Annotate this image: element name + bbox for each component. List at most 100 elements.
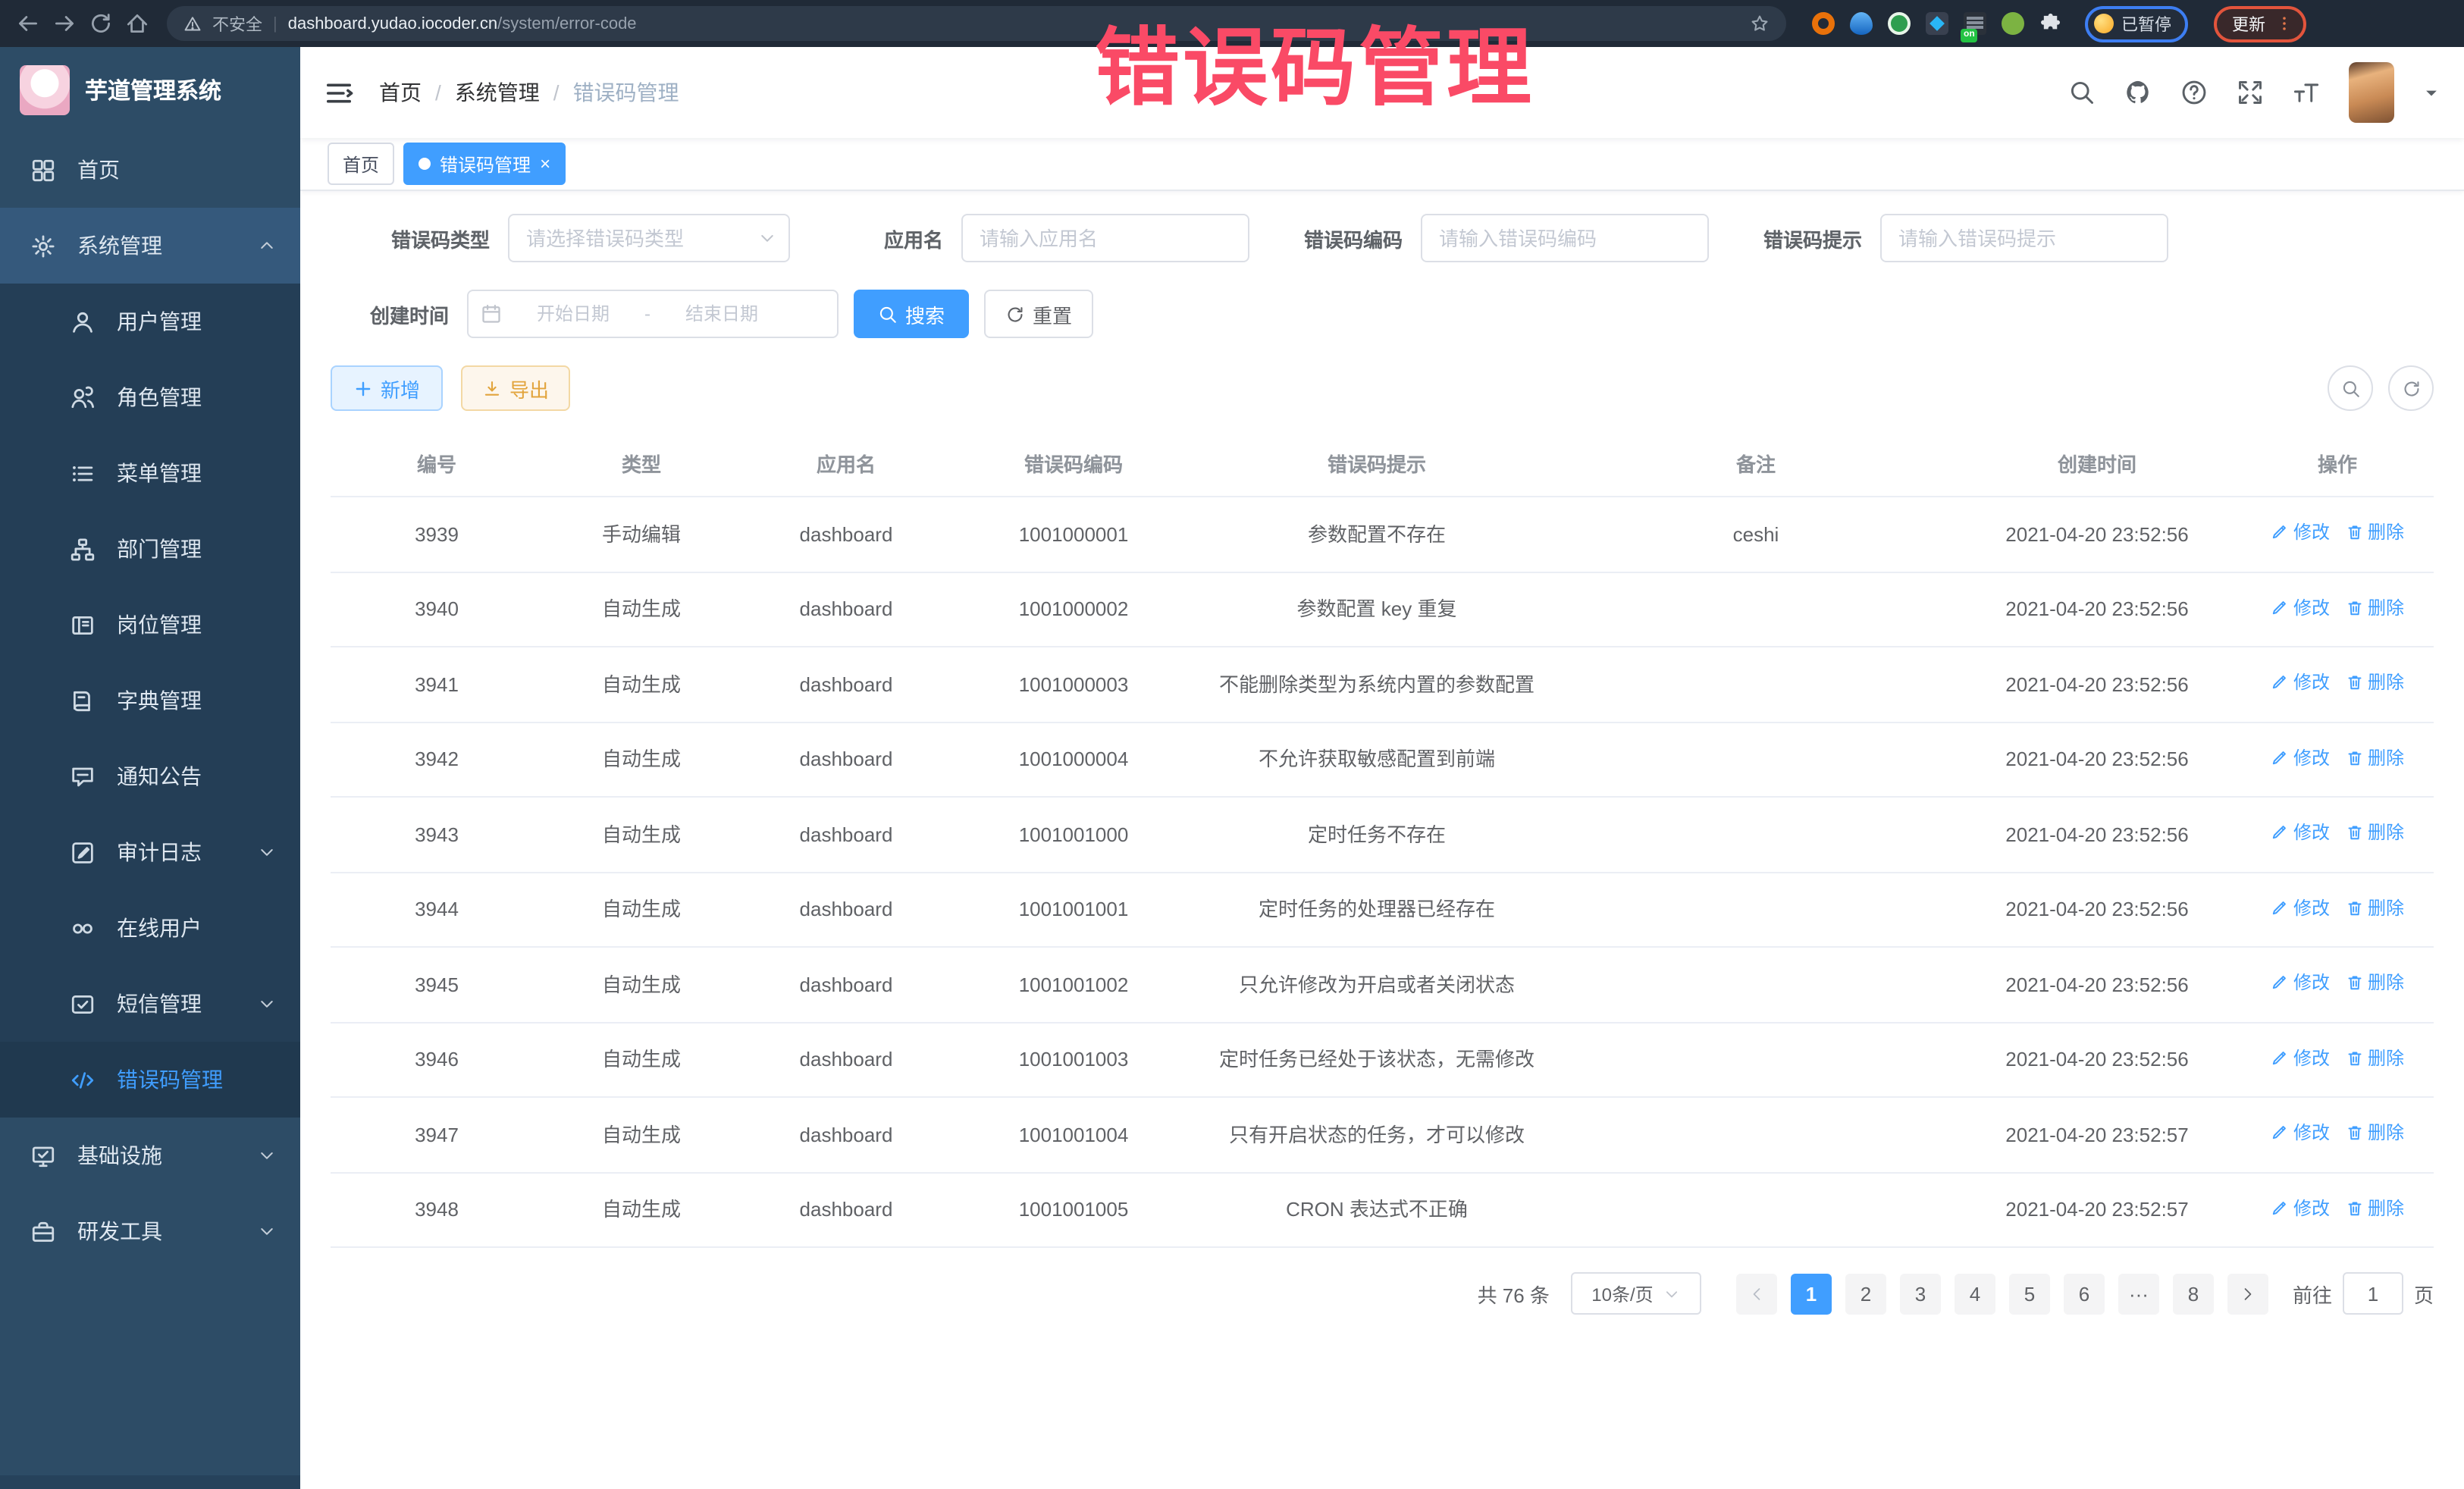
dashboard-icon: [30, 157, 56, 183]
error-hint-input[interactable]: [1880, 214, 2168, 262]
sidebar-item-角色管理[interactable]: 角色管理: [0, 359, 300, 435]
start-date-input[interactable]: [508, 302, 638, 326]
delete-link[interactable]: 删除: [2345, 819, 2404, 846]
error-code-input[interactable]: [1421, 214, 1709, 262]
browser-forward-icon[interactable]: [52, 11, 77, 36]
address-bar[interactable]: 不安全 | dashboard.yudao.iocoder.cn/system/…: [167, 6, 1786, 41]
pagination-page-button[interactable]: 4: [1955, 1273, 1995, 1314]
extension-blue-icon[interactable]: [1850, 12, 1873, 35]
trash-icon: [2345, 673, 2363, 691]
goto-page-input[interactable]: [2343, 1272, 2403, 1315]
sidebar-item-基础设施[interactable]: 基础设施: [0, 1118, 300, 1193]
sidebar-item-首页[interactable]: 首页: [0, 132, 300, 208]
browser-reload-icon[interactable]: [88, 11, 114, 36]
extension-grid-icon[interactable]: [1926, 12, 1948, 35]
github-icon[interactable]: [2124, 79, 2152, 106]
sidebar-item-系统管理[interactable]: 系统管理: [0, 208, 300, 284]
pagination-page-button[interactable]: 2: [1845, 1273, 1886, 1314]
add-button[interactable]: 新增: [331, 365, 443, 411]
sidebar-collapse-bar[interactable]: [0, 1475, 300, 1489]
delete-link[interactable]: 删除: [2345, 969, 2404, 996]
hamburger-icon[interactable]: [324, 78, 353, 107]
end-date-input[interactable]: [657, 302, 787, 326]
pagination-page-button[interactable]: 5: [2009, 1273, 2050, 1314]
extension-on-badge: on: [1961, 29, 1978, 42]
sidebar-item-研发工具[interactable]: 研发工具: [0, 1193, 300, 1269]
edit-link[interactable]: 修改: [2271, 969, 2330, 996]
edit-link[interactable]: 修改: [2271, 1119, 2330, 1146]
sidebar-item-在线用户[interactable]: 在线用户: [0, 890, 300, 966]
pagination-page-button[interactable]: 3: [1900, 1273, 1941, 1314]
browser-update-button[interactable]: 更新: [2214, 5, 2306, 42]
sidebar-item-错误码管理[interactable]: 错误码管理: [0, 1042, 300, 1118]
column-header: 错误码编码: [952, 431, 1195, 497]
edit-link[interactable]: 修改: [2271, 1194, 2330, 1221]
pagination-prev-button[interactable]: [1736, 1273, 1777, 1314]
edit-link[interactable]: 修改: [2271, 819, 2330, 846]
extension-green-icon[interactable]: [1888, 12, 1911, 35]
cell-time: 2021-04-20 23:52:56: [1953, 797, 2241, 872]
tag-close-icon[interactable]: ×: [540, 155, 550, 173]
reset-button[interactable]: 重置: [984, 290, 1093, 338]
delete-link[interactable]: 删除: [2345, 1119, 2404, 1146]
cell-message: 参数配置不存在: [1195, 497, 1559, 572]
toggle-search-button[interactable]: [2328, 365, 2373, 411]
breadcrumb-system[interactable]: 系统管理: [455, 77, 540, 108]
refresh-table-button[interactable]: [2388, 365, 2434, 411]
pagination-page-button[interactable]: 1: [1791, 1273, 1832, 1314]
sidebar-item-岗位管理[interactable]: 岗位管理: [0, 587, 300, 663]
delete-link[interactable]: 删除: [2345, 744, 2404, 771]
extension-list-icon[interactable]: on: [1964, 12, 1986, 35]
font-size-icon[interactable]: [2293, 79, 2320, 106]
search-icon[interactable]: [2068, 79, 2096, 106]
paused-extension-pill[interactable]: 已暂停: [2085, 5, 2188, 42]
edit-link[interactable]: 修改: [2271, 519, 2330, 546]
tag-error-code[interactable]: 错误码管理 ×: [403, 143, 566, 185]
help-icon[interactable]: [2180, 79, 2208, 106]
tag-home[interactable]: 首页: [328, 143, 394, 185]
sidebar-item-通知公告[interactable]: 通知公告: [0, 738, 300, 814]
bookmark-star-icon[interactable]: [1750, 14, 1770, 33]
date-range-picker[interactable]: -: [467, 290, 839, 338]
error-type-select[interactable]: [508, 214, 790, 262]
sidebar-item-用户管理[interactable]: 用户管理: [0, 284, 300, 359]
browser-menu-dots-icon[interactable]: [2276, 14, 2293, 33]
avatar-caret-down-icon[interactable]: [2423, 84, 2440, 101]
breadcrumb-home[interactable]: 首页: [379, 77, 422, 108]
page-size-select[interactable]: 10条/页: [1571, 1272, 1701, 1315]
sidebar-item-审计日志[interactable]: 审计日志: [0, 814, 300, 890]
extensions-puzzle-icon[interactable]: [2039, 12, 2062, 35]
pagination-page-button[interactable]: 6: [2064, 1273, 2105, 1314]
fullscreen-icon[interactable]: [2237, 79, 2264, 106]
edit-link[interactable]: 修改: [2271, 744, 2330, 771]
edit-link[interactable]: 修改: [2271, 669, 2330, 696]
delete-link[interactable]: 删除: [2345, 669, 2404, 696]
pagination-next-button[interactable]: [2227, 1273, 2268, 1314]
pagination-page-button[interactable]: 8: [2173, 1273, 2214, 1314]
edit-link[interactable]: 修改: [2271, 594, 2330, 621]
table-row: 3943自动生成dashboard1001001000定时任务不存在2021-0…: [331, 797, 2434, 872]
edit-link[interactable]: 修改: [2271, 894, 2330, 921]
pagination-more-button[interactable]: ···: [2118, 1273, 2159, 1314]
user-avatar[interactable]: [2349, 62, 2394, 123]
search-button[interactable]: 搜索: [854, 290, 969, 338]
browser-home-icon[interactable]: [124, 11, 150, 36]
sidebar-item-部门管理[interactable]: 部门管理: [0, 511, 300, 587]
extension-orange-icon[interactable]: [1812, 12, 1835, 35]
app-name-input[interactable]: [961, 214, 1249, 262]
delete-link[interactable]: 删除: [2345, 519, 2404, 546]
browser-back-icon[interactable]: [15, 11, 41, 36]
sidebar-item-字典管理[interactable]: 字典管理: [0, 663, 300, 738]
export-button[interactable]: 导出: [461, 365, 570, 411]
delete-link[interactable]: 删除: [2345, 1194, 2404, 1221]
delete-link[interactable]: 删除: [2345, 894, 2404, 921]
edit-icon: [2271, 1049, 2289, 1067]
sidebar-item-短信管理[interactable]: 短信管理: [0, 966, 300, 1042]
delete-link[interactable]: 删除: [2345, 1044, 2404, 1071]
delete-link[interactable]: 删除: [2345, 594, 2404, 621]
edit-link[interactable]: 修改: [2271, 1044, 2330, 1071]
app-logo: 芋道管理系统: [0, 47, 300, 132]
sidebar-item-菜单管理[interactable]: 菜单管理: [0, 435, 300, 511]
paused-label: 已暂停: [2121, 11, 2171, 36]
extension-tool-icon[interactable]: [2002, 12, 2024, 35]
